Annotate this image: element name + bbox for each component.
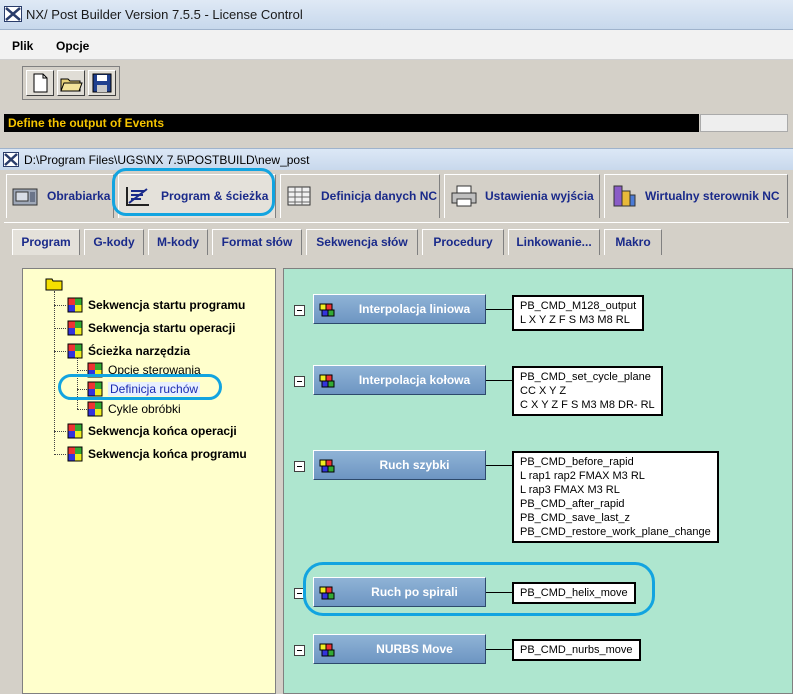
collapse-toggle[interactable]: [294, 645, 305, 656]
color-blocks-icon: [319, 303, 335, 317]
color-blocks-icon: [319, 459, 335, 473]
virtual-controller-icon: [613, 185, 636, 207]
panel-splitter[interactable]: [276, 268, 282, 694]
event-interpolacja-kolowa-button[interactable]: Interpolacja kołowa: [313, 365, 486, 395]
collapse-toggle[interactable]: [294, 461, 305, 472]
subtab-m-kody[interactable]: M-kody: [148, 229, 208, 255]
command-line: L rap3 FMAX M3 RL: [520, 484, 620, 496]
color-cube-icon: [67, 343, 83, 359]
subtab-g-kody[interactable]: G-kody: [84, 229, 144, 255]
post-file-path: D:\Program Files\UGS\NX 7.5\POSTBUILD\ne…: [24, 153, 310, 167]
menu-plik[interactable]: Plik: [12, 39, 33, 53]
tab-label: Wirtualny sterownik NC: [645, 189, 780, 203]
color-cube-icon: [67, 297, 83, 313]
menu-opcje[interactable]: Opcje: [56, 39, 89, 53]
command-line: PB_CMD_save_last_z: [520, 512, 631, 524]
folder-icon: [45, 278, 63, 291]
command-line: PB_CMD_restore_work_plane_change: [520, 526, 711, 538]
open-folder-icon: [60, 78, 83, 92]
command-line: L rap1 rap2 FMAX M3 RL: [520, 470, 645, 482]
event-command-box[interactable]: PB_CMD_set_cycle_plane CC X Y Z C X Y Z …: [512, 366, 663, 416]
collapse-toggle[interactable]: [294, 376, 305, 387]
subtab-format-slow[interactable]: Format słów: [212, 229, 302, 255]
save-file-button[interactable]: [88, 70, 116, 96]
tab-label: Definicja danych NC: [321, 189, 438, 203]
highlight-oval: [303, 562, 655, 616]
tab-ustawienia-wyjscia[interactable]: Ustawienia wyjścia: [444, 174, 600, 218]
nx-app-icon: [4, 6, 22, 22]
window-title-bar: NX/ Post Builder Version 7.5.5 - License…: [0, 0, 793, 30]
new-file-button[interactable]: [26, 70, 54, 96]
tab-definicja-danych-nc[interactable]: Definicja danych NC: [280, 174, 440, 218]
tab-obrabiarka[interactable]: Obrabiarka: [6, 174, 114, 218]
event-command-box[interactable]: PB_CMD_before_rapid L rap1 rap2 FMAX M3 …: [512, 451, 719, 543]
window-title: NX/ Post Builder Version 7.5.5 - License…: [26, 7, 303, 22]
event-tree-panel: Sekwencja startu programu Sekwencja star…: [22, 268, 276, 694]
tab-label: Obrabiarka: [47, 189, 111, 203]
subtab-makro[interactable]: Makro: [604, 229, 662, 255]
color-cube-icon: [87, 401, 103, 417]
subtab-program[interactable]: Program: [12, 229, 80, 255]
event-command-box[interactable]: PB_CMD_nurbs_move: [512, 639, 641, 661]
subtab-sekwencja-slow[interactable]: Sekwencja słów: [306, 229, 418, 255]
menu-bar: Plik Opcje: [0, 30, 793, 60]
event-ruch-szybki-button[interactable]: Ruch szybki: [313, 450, 486, 480]
command-line: PB_CMD_after_rapid: [520, 498, 625, 510]
event-nurbs-move-button[interactable]: NURBS Move: [313, 634, 486, 664]
color-cube-icon: [67, 320, 83, 336]
status-bar-extra: [700, 114, 788, 132]
tab-wirtualny-sterownik-nc[interactable]: Wirtualny sterownik NC: [604, 174, 788, 218]
command-line: PB_CMD_M128_output: [520, 300, 637, 312]
color-blocks-icon: [319, 374, 335, 388]
machine-tool-icon: [12, 188, 38, 206]
event-blocks-panel: Interpolacja liniowa PB_CMD_M128_output …: [283, 268, 793, 694]
color-cube-icon: [67, 423, 83, 439]
command-line: C X Y Z F S M3 M8 DR- RL: [520, 399, 655, 411]
collapse-toggle[interactable]: [294, 305, 305, 316]
command-line: PB_CMD_set_cycle_plane: [520, 371, 651, 383]
event-command-box[interactable]: PB_CMD_M128_output L X Y Z F S M3 M8 RL: [512, 295, 645, 331]
post-window-title-bar: D:\Program Files\UGS\NX 7.5\POSTBUILD\ne…: [0, 148, 793, 170]
subtab-procedury[interactable]: Procedury: [422, 229, 504, 255]
new-file-icon: [33, 73, 48, 93]
command-line: L X Y Z F S M3 M8 RL: [520, 314, 630, 326]
event-interpolacja-liniowa-button[interactable]: Interpolacja liniowa: [313, 294, 486, 324]
nc-data-icon: [287, 186, 311, 206]
highlight-oval: [112, 168, 275, 216]
nx-app-icon: [3, 152, 19, 167]
printer-icon: [451, 185, 477, 207]
command-line: PB_CMD_nurbs_move: [520, 644, 633, 656]
open-file-button[interactable]: [57, 70, 85, 96]
color-cube-icon: [67, 446, 83, 462]
subtab-linkowanie[interactable]: Linkowanie...: [508, 229, 600, 255]
highlight-oval: [58, 374, 222, 400]
status-text: Define the output of Events: [8, 116, 164, 130]
save-disk-icon: [92, 73, 112, 93]
toolbar: [22, 66, 120, 100]
command-line: PB_CMD_before_rapid: [520, 456, 634, 468]
status-bar: Define the output of Events: [4, 114, 699, 132]
tab-label: Ustawienia wyjścia: [485, 189, 594, 203]
color-blocks-icon: [319, 643, 335, 657]
command-line: CC X Y Z: [520, 385, 567, 397]
